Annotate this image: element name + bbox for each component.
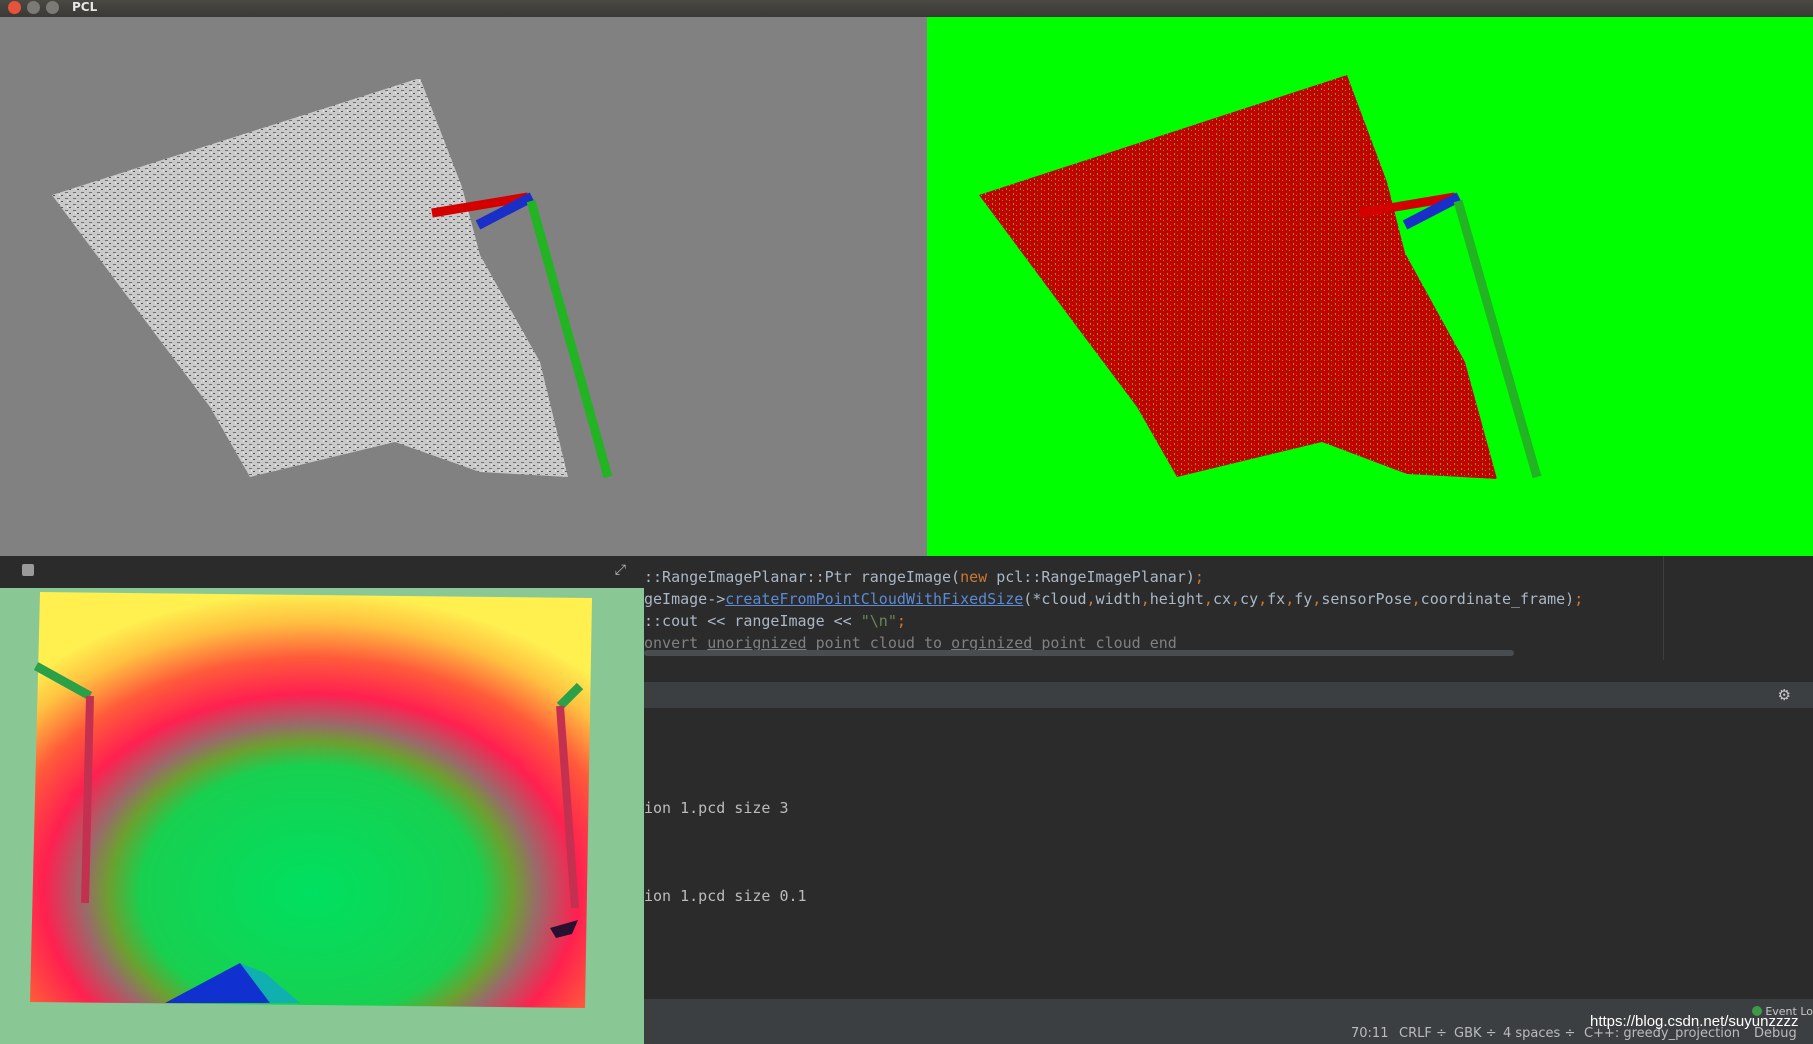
right-margin-line — [1663, 556, 1664, 660]
code-token: createFromPointCloudWithFixedSize — [725, 590, 1024, 608]
file-encoding[interactable]: GBK ÷ — [1454, 1026, 1497, 1041]
code-token: , — [1285, 590, 1295, 608]
range-image-panel: ⤢ — [0, 556, 644, 1044]
minimize-icon[interactable] — [27, 1, 40, 14]
code-line[interactable]: geImage->createFromPointCloudWithFixedSi… — [644, 588, 1583, 610]
code-token: fy — [1294, 590, 1313, 608]
maximize-icon[interactable] — [46, 1, 59, 14]
code-token: coordinate_frame) — [1420, 590, 1575, 608]
watermark: https://blog.csdn.net/suyunzzzz — [1590, 1013, 1799, 1030]
pcl-viewport-right[interactable] — [927, 17, 1813, 556]
run-panel-toolbar: ⚙ — [644, 682, 1813, 708]
code-token: pcl::RangeImagePlanar) — [996, 568, 1195, 586]
code-token: "\n" — [860, 612, 897, 630]
pcl-viewport-left[interactable] — [0, 17, 927, 556]
indent-setting[interactable]: 4 spaces ÷ — [1503, 1026, 1575, 1041]
code-token: cx — [1212, 590, 1232, 608]
range-image-header: ⤢ — [0, 556, 644, 588]
window-title: PCL — [72, 0, 98, 14]
horizontal-scrollbar[interactable] — [644, 650, 1514, 656]
code-token: sensorPose — [1321, 590, 1412, 608]
code-line[interactable]: ::RangeImagePlanar::Ptr rangeImage(new p… — [644, 566, 1204, 588]
point-cloud-red — [979, 75, 1497, 479]
range-image — [0, 588, 644, 1044]
point-cloud-gray — [52, 78, 568, 477]
code-token: ; — [1194, 568, 1204, 586]
title-bar: PCL — [0, 0, 1813, 17]
code-token: , — [1411, 590, 1421, 608]
code-token: ::cout << rangeImage << — [644, 612, 861, 630]
cursor-position[interactable]: 70:11 — [1351, 1026, 1388, 1041]
console-output[interactable]: ion 1.pcd size 3 ion 1.pcd size 0.1 — [644, 708, 1813, 999]
close-icon[interactable] — [8, 1, 21, 14]
code-token: width — [1095, 590, 1141, 608]
code-token: ; — [896, 612, 906, 630]
pin-icon[interactable] — [22, 564, 34, 576]
code-token: geImage-> — [644, 590, 726, 608]
code-token: cy — [1240, 590, 1259, 608]
code-token: , — [1140, 590, 1150, 608]
code-token: , — [1258, 590, 1268, 608]
code-token: , — [1231, 590, 1241, 608]
code-token: , — [1203, 590, 1213, 608]
code-editor[interactable]: ::RangeImagePlanar::Ptr rangeImage(new p… — [644, 556, 1813, 660]
code-token: , — [1086, 590, 1096, 608]
console-line: ion 1.pcd size 3 — [644, 799, 789, 817]
line-separator[interactable]: CRLF ÷ — [1399, 1026, 1447, 1041]
code-line[interactable]: ::cout << rangeImage << "\n"; — [644, 610, 906, 632]
code-token: ; — [1574, 590, 1584, 608]
expand-icon[interactable]: ⤢ — [615, 562, 626, 578]
code-token: (*cloud — [1023, 590, 1087, 608]
code-token: , — [1312, 590, 1322, 608]
console-line: ion 1.pcd size 0.1 — [644, 887, 807, 905]
gear-icon[interactable]: ⚙ — [1778, 686, 1791, 704]
code-token: new — [960, 568, 997, 586]
code-token: height — [1149, 590, 1204, 608]
code-token: fx — [1267, 590, 1286, 608]
code-token: ::RangeImagePlanar::Ptr rangeImage( — [644, 568, 961, 586]
